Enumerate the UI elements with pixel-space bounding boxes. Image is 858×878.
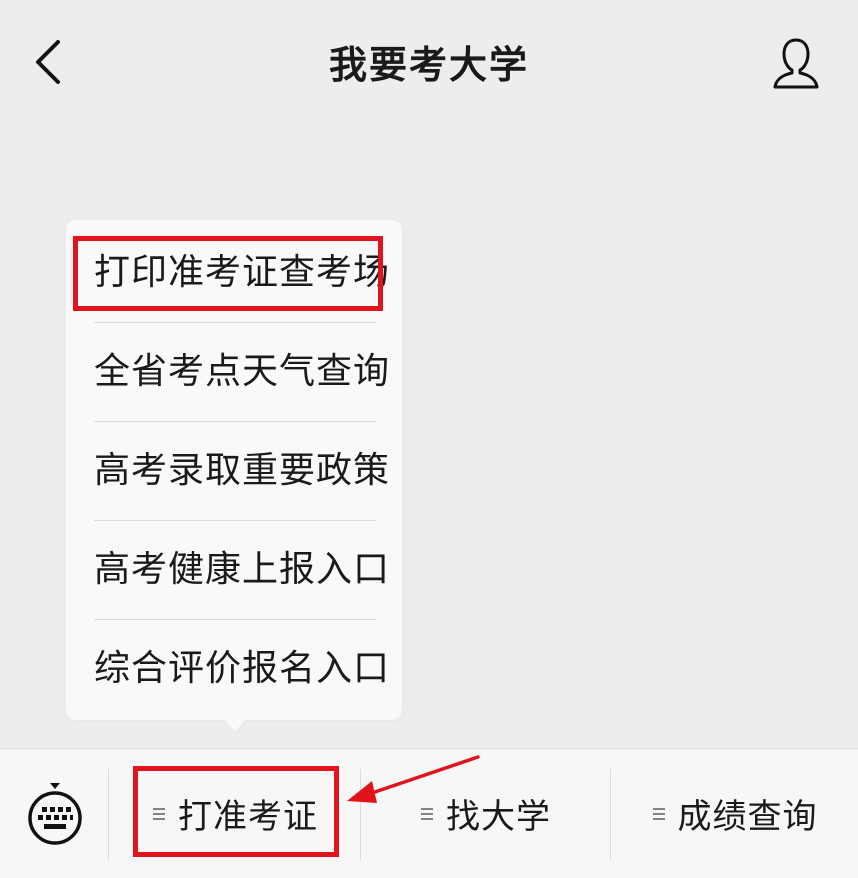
top-nav-bar: 我要考大学 — [0, 0, 858, 125]
menu-lines-icon — [652, 806, 666, 822]
keyboard-icon — [28, 783, 82, 845]
menu-lines-icon — [152, 806, 166, 822]
bar-divider — [108, 769, 109, 861]
popup-pointer — [222, 717, 248, 731]
submenu-popup: 打印准考证查考场 全省考点天气查询 高考录取重要政策 高考健康上报入口 综合评价… — [66, 220, 402, 720]
menu-item-comprehensive-eval-signup[interactable]: 综合评价报名入口 — [94, 619, 389, 718]
menu-item-print-admission-ticket[interactable]: 打印准考证查考场 — [94, 223, 389, 323]
keyboard-toggle-button[interactable] — [22, 779, 88, 849]
tab-score-query[interactable]: 成绩查询 — [611, 749, 858, 878]
tab-print-ticket[interactable]: 打准考证 — [110, 749, 360, 878]
tab-label: 打准考证 — [178, 797, 318, 837]
menu-item-weather-query[interactable]: 全省考点天气查询 — [94, 322, 389, 422]
tab-label: 成绩查询 — [677, 797, 818, 837]
tab-find-university[interactable]: 找大学 — [361, 749, 610, 878]
profile-button[interactable] — [764, 32, 828, 96]
menu-item-admission-policy[interactable]: 高考录取重要政策 — [94, 421, 389, 521]
user-profile-icon — [773, 38, 819, 89]
tab-label: 找大学 — [446, 797, 551, 837]
menu-item-health-report[interactable]: 高考健康上报入口 — [94, 520, 389, 620]
bottom-menu-bar: 打准考证 找大学 成绩查询 — [0, 748, 858, 878]
page-title: 我要考大学 — [328, 43, 529, 87]
menu-lines-icon — [420, 806, 434, 822]
